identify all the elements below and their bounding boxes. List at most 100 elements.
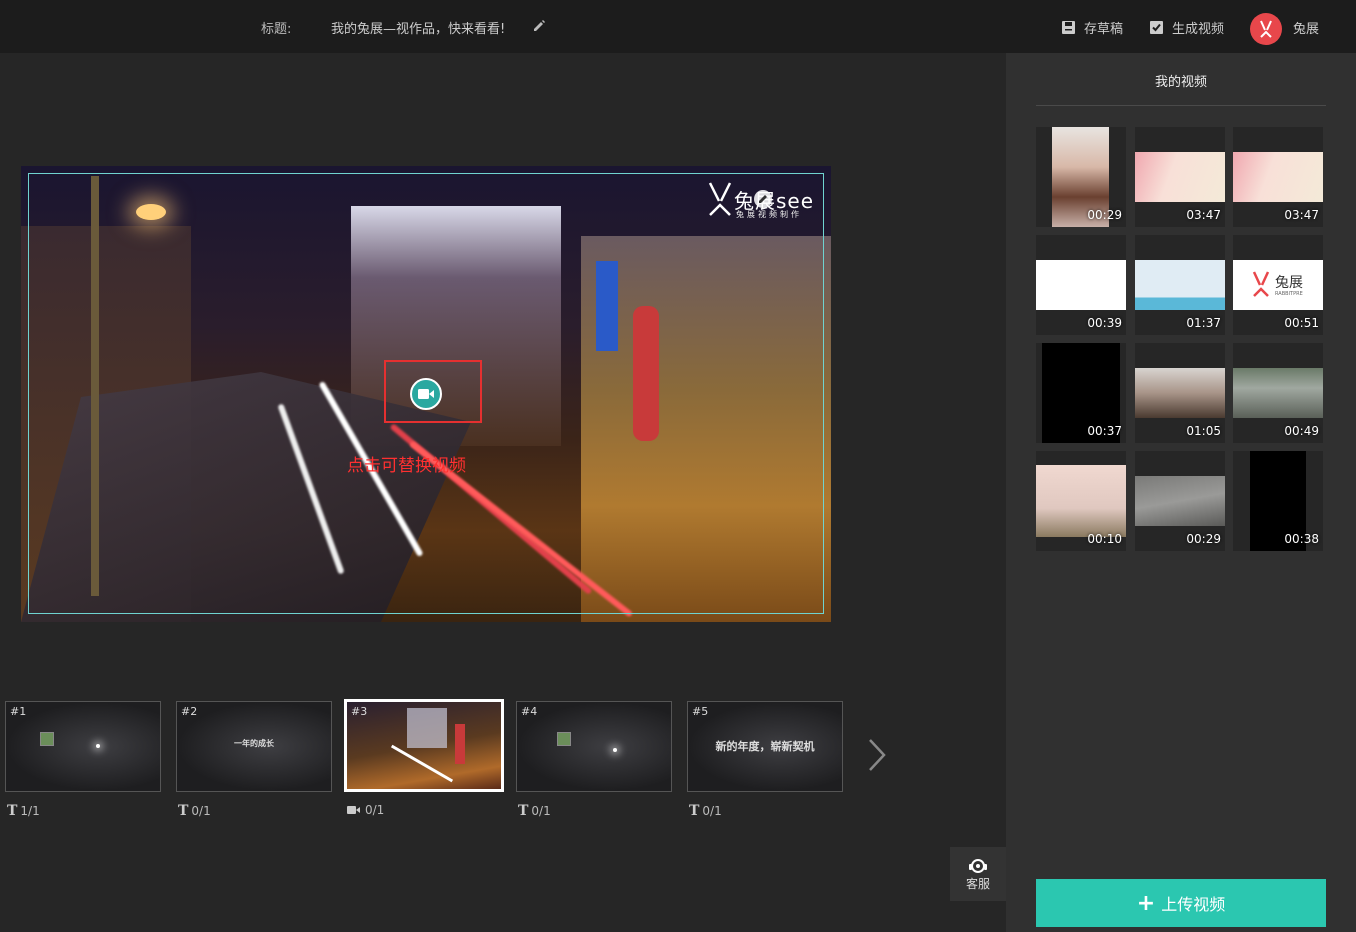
video-duration: 00:29: [1186, 532, 1221, 546]
top-bar: 标题: 我的兔展—视作品，快来看看! 存草稿 生成视频 兔展: [0, 0, 1356, 53]
clip-caption: 新的年度，崭新契机: [715, 740, 815, 753]
video-thumb[interactable]: 01:05: [1135, 343, 1225, 443]
video-thumb[interactable]: 兔展 RABBITPRE 00:51: [1233, 235, 1323, 335]
clip-thumb-sign: [455, 724, 465, 764]
video-thumb[interactable]: 00:49: [1233, 343, 1323, 443]
video-duration: 00:10: [1087, 532, 1122, 546]
sparkle: [96, 744, 100, 748]
edit-watermark-button[interactable]: [754, 190, 772, 208]
customer-service-label: 客服: [965, 876, 990, 891]
plus-icon: +: [1136, 890, 1156, 916]
clip-caption: 一年的成长: [234, 739, 274, 748]
panel-title[interactable]: 我的视频: [1006, 71, 1356, 90]
video-duration: 03:47: [1186, 208, 1221, 222]
clip-meta-5: T 0/1: [689, 803, 722, 819]
thumb-logo-text: 兔展: [1275, 275, 1303, 291]
thumb-image: [1135, 260, 1225, 310]
video-thumb[interactable]: 03:47: [1233, 127, 1323, 227]
broken-image-icon: [557, 732, 571, 746]
thumb-logo-sub: RABBITPRE: [1275, 291, 1303, 297]
generate-video-label: 生成视频: [1172, 21, 1225, 37]
customer-service-button[interactable]: 客服: [950, 847, 1006, 901]
clip-thumb-building: [407, 708, 447, 748]
video-thumb[interactable]: 00:39: [1036, 235, 1126, 335]
clip-meta-2: T 0/1: [178, 803, 211, 819]
headset-icon: [969, 858, 987, 873]
thumb-image: [1233, 368, 1323, 418]
title-label: 标题:: [261, 22, 292, 37]
broken-image-icon: [40, 732, 54, 746]
clip-number: #2: [181, 705, 198, 718]
video-library-panel: 我的视频 00:29 03:47 03:47 00:39 01:37 兔展 RA…: [1006, 53, 1356, 932]
video-thumb[interactable]: 01:37: [1135, 235, 1225, 335]
clip-meta-4: T 0/1: [518, 803, 551, 819]
clip-meta-3: 0/1: [347, 803, 384, 817]
avatar[interactable]: [1250, 13, 1282, 45]
video-thumb[interactable]: 03:47: [1135, 127, 1225, 227]
video-duration: 00:39: [1087, 316, 1122, 330]
video-thumb[interactable]: 00:29: [1036, 127, 1126, 227]
clip-count: 0/1: [191, 804, 211, 818]
video-thumb[interactable]: 00:29: [1135, 451, 1225, 551]
timeline-clip-5[interactable]: #5 新的年度，崭新契机: [687, 701, 843, 792]
username[interactable]: 兔展: [1293, 18, 1319, 37]
sparkle: [613, 748, 617, 752]
clip-count: 1/1: [20, 804, 40, 818]
text-icon: T: [7, 803, 18, 819]
work-title[interactable]: 我的兔展—视作品，快来看看!: [331, 18, 505, 37]
checkbox-icon: [1150, 20, 1163, 34]
video-camera-icon: [347, 806, 360, 814]
watermark-subtitle: 兔展视频制作: [736, 210, 802, 219]
save-icon: [1062, 20, 1075, 34]
text-icon: T: [689, 803, 700, 819]
clip-number: #5: [692, 705, 709, 718]
video-thumb[interactable]: 00:38: [1233, 451, 1323, 551]
clip-thumb-streak: [390, 744, 454, 783]
rabbit-logo-icon: [1252, 271, 1270, 297]
chevron-right-icon[interactable]: [866, 738, 888, 772]
rabbit-logo-icon: [1260, 20, 1272, 38]
video-duration: 03:47: [1284, 208, 1319, 222]
panel-divider: [1036, 105, 1326, 106]
thumb-image: 兔展 RABBITPRE: [1233, 260, 1323, 310]
video-camera-icon[interactable]: [410, 378, 442, 410]
text-icon: T: [178, 803, 189, 819]
video-duration: 00:37: [1087, 424, 1122, 438]
video-duration: 01:05: [1186, 424, 1221, 438]
upload-video-label: 上传视频: [1161, 895, 1226, 914]
video-preview[interactable]: 兔展see 兔展视频制作 点击可替换视频: [21, 166, 831, 622]
text-icon: T: [518, 803, 529, 819]
thumb-image: [1036, 465, 1126, 537]
replace-video-hint: 点击可替换视频: [347, 456, 466, 476]
thumb-image: [1036, 260, 1126, 310]
timeline-clip-2[interactable]: #2 一年的成长: [176, 701, 332, 792]
thumb-image: [1135, 368, 1225, 418]
video-duration: 00:38: [1284, 532, 1319, 546]
save-draft-button[interactable]: 存草稿: [1061, 17, 1123, 37]
timeline-clip-4[interactable]: #4: [516, 701, 672, 792]
upload-video-button[interactable]: + 上传视频: [1036, 879, 1326, 927]
thumb-image: [1135, 152, 1225, 202]
clip-number: #1: [10, 705, 27, 718]
clip-meta-1: T 1/1: [7, 803, 40, 819]
save-draft-label: 存草稿: [1084, 21, 1124, 37]
clip-count: 0/1: [702, 804, 722, 818]
video-duration: 00:29: [1087, 208, 1122, 222]
video-thumb[interactable]: 00:37: [1036, 343, 1126, 443]
video-thumb[interactable]: 00:10: [1036, 451, 1126, 551]
clip-count: 0/1: [531, 804, 551, 818]
video-duration: 00:49: [1284, 424, 1319, 438]
timeline-clip-3[interactable]: #3: [344, 699, 504, 792]
generate-video-button[interactable]: 生成视频: [1149, 17, 1224, 37]
pencil-icon: [759, 195, 767, 203]
thumb-image: [1233, 152, 1323, 202]
pencil-icon[interactable]: [532, 19, 546, 33]
video-duration: 01:37: [1186, 316, 1221, 330]
clip-number: #4: [521, 705, 538, 718]
rabbit-logo-icon: [708, 182, 732, 216]
video-duration: 00:51: [1284, 316, 1319, 330]
clip-number: #3: [351, 705, 368, 718]
thumb-image: [1135, 476, 1225, 526]
timeline-clip-1[interactable]: #1: [5, 701, 161, 792]
clip-count: 0/1: [365, 803, 385, 817]
